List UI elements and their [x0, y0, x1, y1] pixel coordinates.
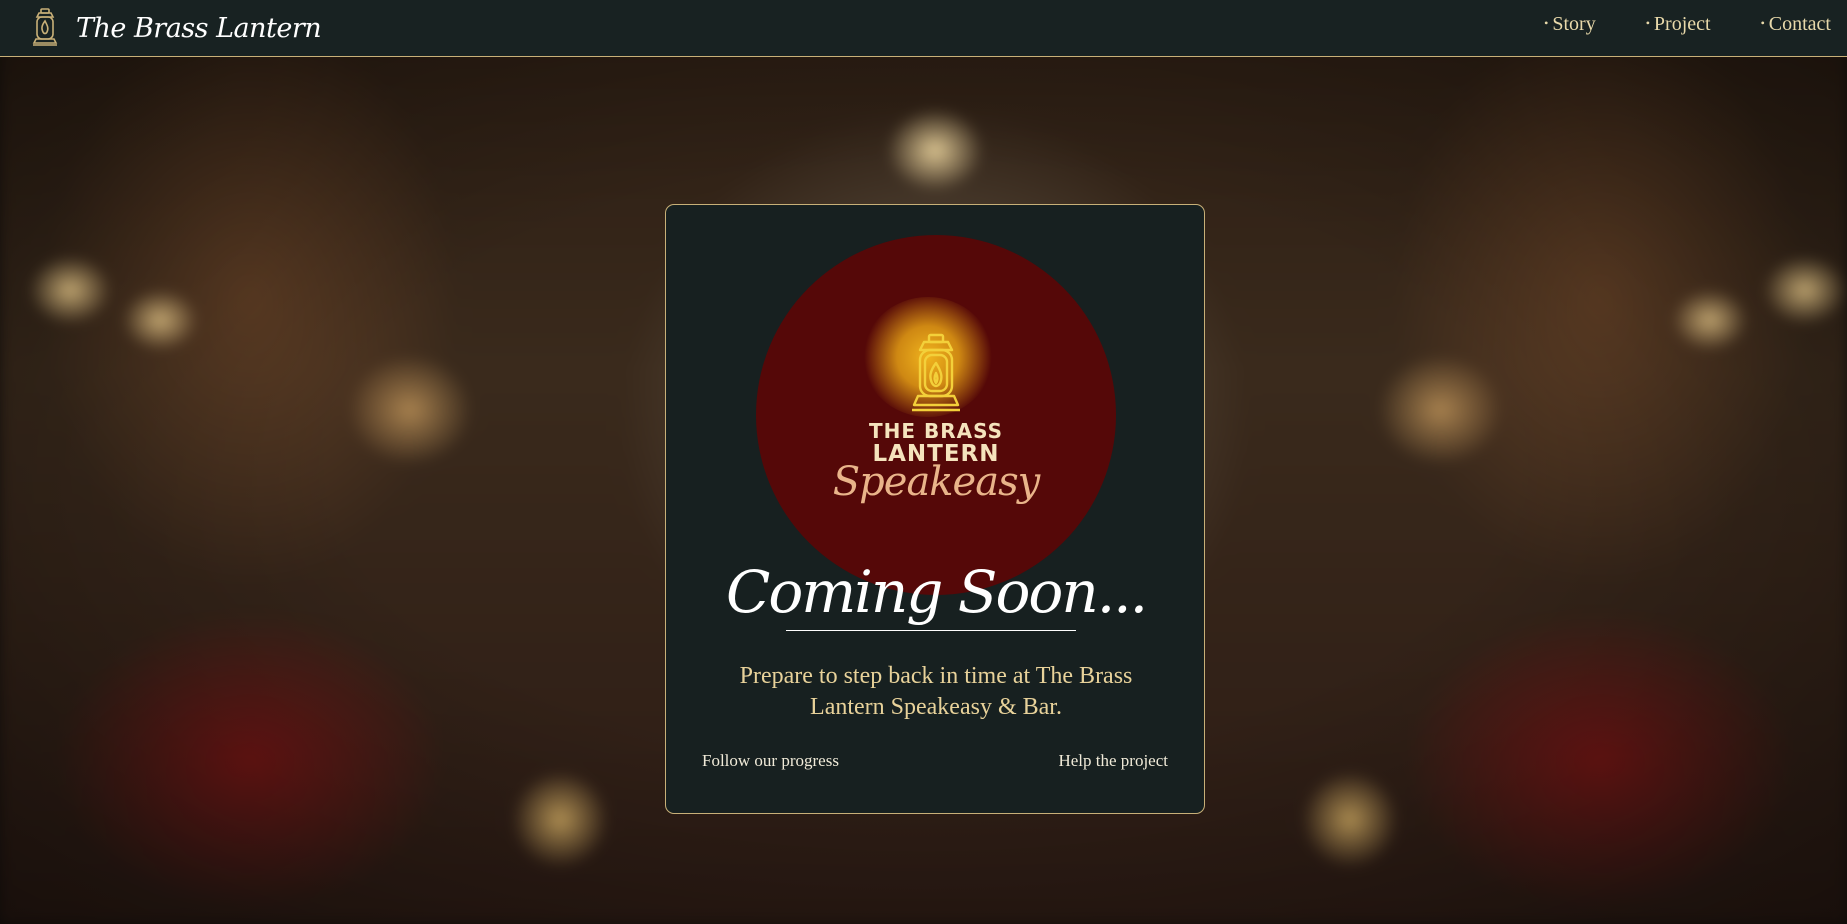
nav-item-label: Project: [1653, 13, 1711, 35]
heading-underline: [786, 630, 1076, 631]
nav-item-project[interactable]: • Project: [1646, 13, 1711, 36]
logo-title-line1: THE BRASS: [868, 419, 1004, 443]
nav-bullet: •: [1544, 16, 1549, 30]
top-navbar: The Brass Lantern • Story • Project • Conta…: [0, 0, 1847, 57]
nav-item-contact[interactable]: • Contact: [1761, 13, 1831, 36]
lantern-icon: [32, 8, 58, 46]
follow-progress-link[interactable]: Follow our progress: [702, 751, 839, 771]
coming-soon-card: THE BRASS LANTERN Speakeasy Coming Soon.…: [665, 204, 1205, 814]
nav-item-story[interactable]: • Story: [1544, 13, 1596, 36]
nav-item-label: Contact: [1768, 13, 1831, 35]
lantern-icon: [912, 333, 960, 412]
tagline: Prepare to step back in time at The Bras…: [739, 663, 1133, 720]
main-nav: • Story • Project • Contact: [1544, 13, 1831, 36]
coming-soon-heading: Coming Soon...: [726, 558, 1148, 626]
nav-item-label: Story: [1552, 13, 1596, 35]
page: The Brass Lantern • Story • Project • Conta…: [0, 0, 1847, 924]
nav-bullet: •: [1645, 16, 1650, 30]
brand[interactable]: The Brass Lantern: [30, 8, 322, 48]
logo-script: Speakeasy: [832, 459, 1040, 505]
help-project-link[interactable]: Help the project: [1058, 751, 1168, 771]
nav-bullet: •: [1760, 16, 1765, 30]
brand-name: The Brass Lantern: [76, 12, 322, 44]
